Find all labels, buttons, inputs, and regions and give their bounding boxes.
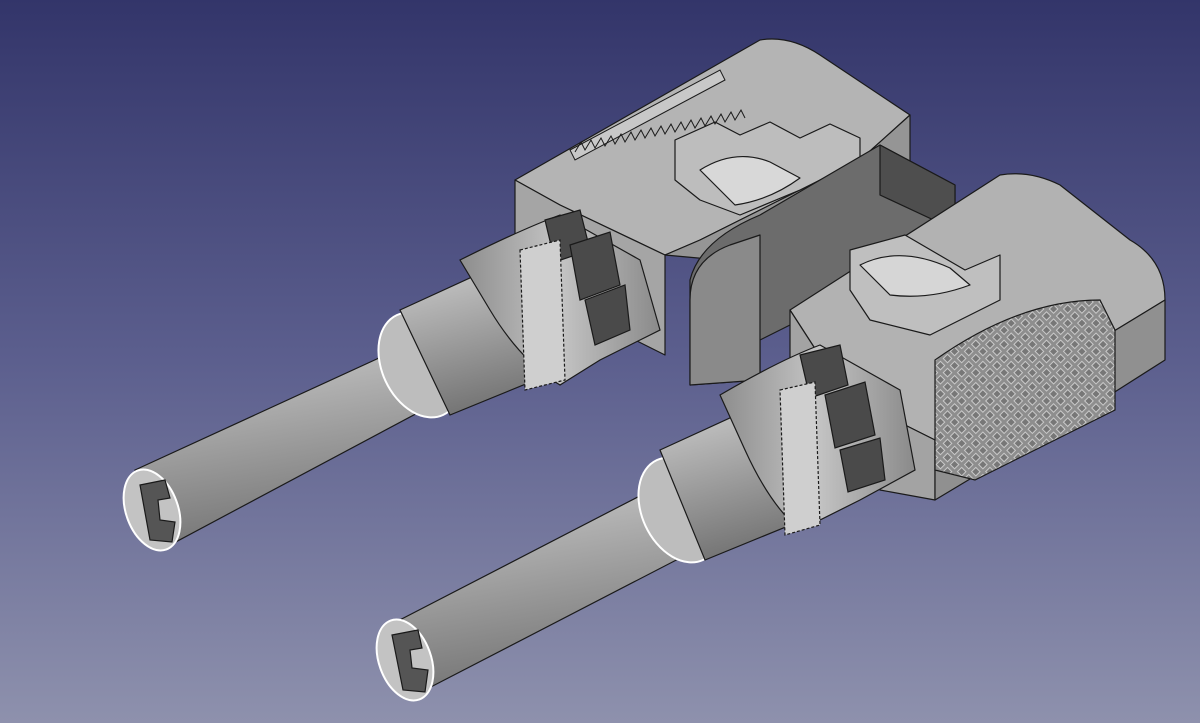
3d-viewport[interactable] [0, 0, 1200, 723]
model-canvas[interactable] [0, 0, 1200, 723]
